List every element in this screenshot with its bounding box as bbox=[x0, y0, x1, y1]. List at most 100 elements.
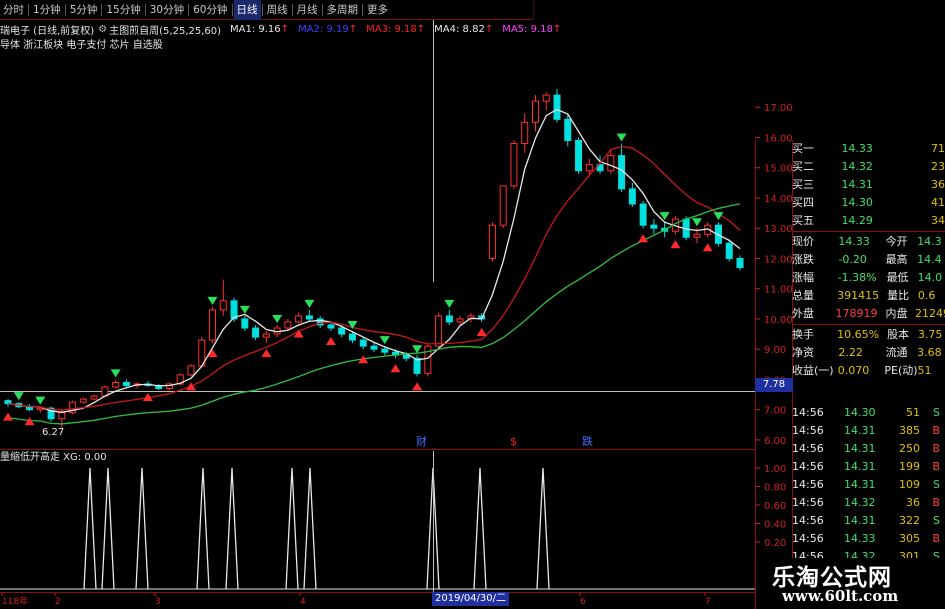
signal-green-triangle bbox=[304, 299, 315, 308]
bid-volume: 41 bbox=[931, 196, 945, 209]
stat-label-2: 内盘 bbox=[885, 307, 908, 320]
settings-icon[interactable]: ⚙ bbox=[98, 24, 107, 35]
indicator-spike bbox=[285, 467, 299, 590]
trade-volume: 199 bbox=[899, 460, 920, 473]
candle-body bbox=[58, 412, 66, 420]
tab-period-6[interactable]: 日线 bbox=[233, 0, 261, 20]
stat-label-2: 今开 bbox=[885, 235, 908, 248]
stat-value: 0.070 bbox=[837, 364, 870, 377]
crosshair-date: 2019/04/30/二 bbox=[432, 592, 510, 606]
price-tick-label: 7.00 bbox=[764, 406, 786, 417]
candle-body bbox=[327, 324, 335, 329]
last-price-tag: 7.78 bbox=[755, 378, 793, 392]
tab-period-9[interactable]: 多周期 bbox=[324, 0, 362, 20]
tab-separator bbox=[261, 3, 263, 16]
indicator-spike bbox=[303, 467, 317, 590]
stat-label: 涨跌 bbox=[792, 253, 814, 266]
stock-title[interactable]: 瑞电子 (日线,前复权) bbox=[0, 22, 94, 37]
bid-label: 买五 bbox=[792, 214, 814, 227]
trade-time: 14:56 bbox=[792, 514, 824, 527]
trade-side: B bbox=[932, 442, 940, 455]
bid-volume: 71 bbox=[931, 142, 945, 155]
candle-body bbox=[370, 345, 378, 350]
ma-short-line bbox=[7, 108, 741, 413]
tab-period-8[interactable]: 月线 bbox=[294, 0, 321, 20]
indicator-tick-label: 0.80 bbox=[764, 483, 786, 494]
stat-row: 外盘 178919 内盘 21249 bbox=[792, 305, 945, 323]
trade-side: B bbox=[932, 424, 940, 437]
tab-period-1[interactable]: 1分钟 bbox=[30, 0, 64, 20]
candle-body bbox=[521, 121, 529, 145]
indicator-spike bbox=[536, 467, 550, 590]
candle-body bbox=[338, 327, 346, 335]
tab-period-4[interactable]: 30分钟 bbox=[147, 0, 187, 20]
stat-value-2: 14.4 bbox=[917, 253, 942, 266]
bid-volume: 36 bbox=[931, 178, 945, 191]
tab-period-5[interactable]: 60分钟 bbox=[190, 0, 230, 20]
trade-volume: 36 bbox=[906, 496, 920, 509]
stat-value-2: 21249 bbox=[915, 307, 945, 320]
bid-row: 买五 14.29 34 bbox=[792, 212, 945, 230]
trade-price: 14.31 bbox=[844, 514, 876, 527]
tab-separator bbox=[231, 3, 233, 16]
quote-divider bbox=[792, 324, 945, 325]
indicator-label[interactable]: 量缩低开高走 XG: 0.00 bbox=[0, 451, 107, 465]
candle-body bbox=[639, 203, 647, 226]
signal-red-triangle bbox=[412, 382, 423, 391]
stat-label: 外盘 bbox=[792, 307, 814, 320]
candle-body bbox=[510, 143, 518, 187]
signal-red-triangle bbox=[3, 412, 13, 421]
stat-row: 现价 14.33 今开 14.3 bbox=[792, 233, 945, 251]
period-toolbar: 分时 1分钟 5分钟 15分钟 30分钟 60分钟 日线 周线 月线 多周期 更多 bbox=[0, 0, 533, 20]
ma3-value: MA3: 9.18 bbox=[366, 23, 417, 35]
candle-body bbox=[90, 395, 98, 400]
signal-green-triangle bbox=[239, 305, 250, 314]
tab-period-2[interactable]: 5分钟 bbox=[67, 0, 101, 20]
bid-row: 买三 14.31 36 bbox=[792, 176, 945, 194]
candle-body bbox=[424, 345, 432, 374]
indicator-spike bbox=[101, 467, 115, 590]
tab-separator bbox=[64, 3, 66, 16]
stat-value: 2.22 bbox=[838, 346, 863, 359]
watermark-url: www.60lt.com bbox=[782, 587, 899, 605]
tab-period-3[interactable]: 15分钟 bbox=[103, 0, 143, 20]
candle-body bbox=[564, 118, 572, 141]
quote-divider bbox=[792, 231, 945, 232]
candle-body bbox=[295, 315, 303, 323]
trade-ticks: 14:56 14.30 51 S 14:56 14.31 385 B 14:56 14.31 250… bbox=[792, 404, 945, 584]
indicator-tick-label: 0.20 bbox=[764, 538, 786, 549]
trade-time: 14:56 bbox=[792, 424, 824, 437]
indicator-name[interactable]: 主图煎自周(5,25,25,60) bbox=[109, 22, 221, 37]
bid-row: 买一 14.33 71 bbox=[792, 140, 945, 158]
price-tick-label: 13.00 bbox=[764, 224, 793, 235]
candle-body bbox=[219, 300, 227, 311]
x-axis-label: 118年 bbox=[2, 595, 28, 607]
trade-volume: 250 bbox=[899, 442, 920, 455]
arrow-up-icon: ↑ bbox=[280, 23, 290, 35]
signal-green-triangle bbox=[13, 392, 24, 401]
ma5-value: MA5: 9.18 bbox=[502, 23, 553, 35]
candle-body bbox=[348, 333, 356, 341]
candle-body bbox=[79, 398, 87, 403]
candle-body bbox=[4, 400, 12, 405]
stat-row: 收益(一) 0.070 PE(动) 51 bbox=[792, 362, 945, 380]
tab-separator bbox=[144, 3, 146, 16]
signal-red-triangle bbox=[476, 327, 487, 336]
tab-period-7[interactable]: 周线 bbox=[264, 0, 291, 20]
signal-green-triangle bbox=[444, 299, 455, 308]
candle-body bbox=[381, 348, 389, 353]
stat-value-2: 3.75 bbox=[917, 328, 943, 341]
tab-period-0[interactable]: 分时 bbox=[0, 0, 27, 20]
candle-body bbox=[435, 315, 443, 347]
trade-row: 14:56 14.31 109 S bbox=[792, 476, 945, 494]
trade-price: 14.32 bbox=[844, 496, 876, 509]
candle-body bbox=[575, 139, 583, 172]
candle-body bbox=[359, 339, 367, 347]
x-axis-label: 7 bbox=[705, 597, 711, 607]
tab-period-10[interactable]: 更多 bbox=[364, 0, 391, 20]
price-tick-label: 6.00 bbox=[764, 436, 786, 447]
bid-row: 买二 14.32 23 bbox=[792, 158, 945, 176]
indicator-tick-label: 0.40 bbox=[764, 520, 786, 531]
quote-panel: 买一 14.33 71 买二 14.32 23 买三 14.31 36 买四 14.30 41 买五 14… bbox=[792, 140, 945, 380]
candle-body bbox=[122, 381, 130, 386]
